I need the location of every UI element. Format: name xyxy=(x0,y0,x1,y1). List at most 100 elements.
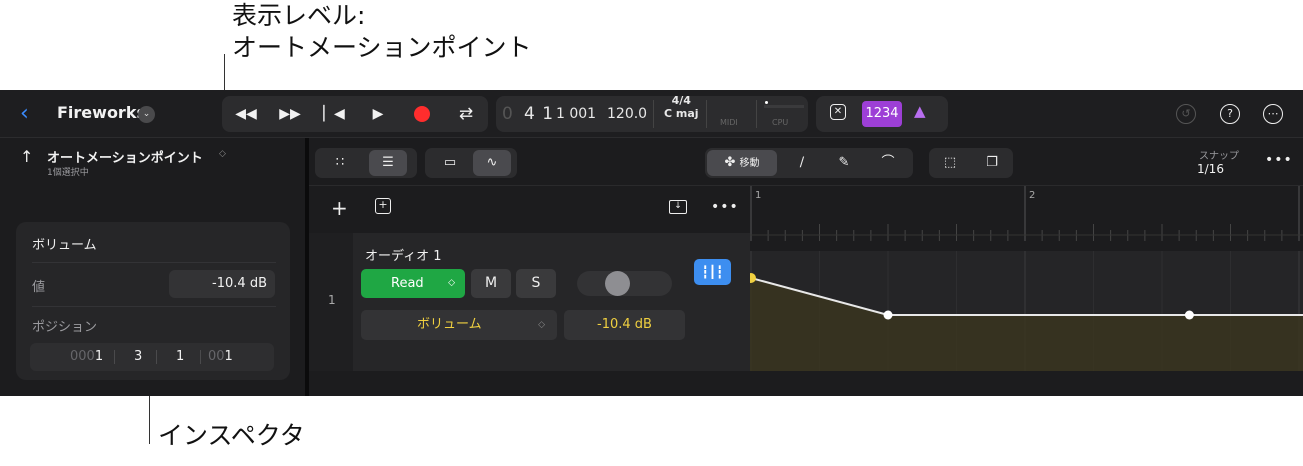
project-title[interactable]: Fireworks xyxy=(57,103,146,122)
chevron-updown-icon: ◇ xyxy=(538,320,545,330)
toolbar-more-icon[interactable]: ••• xyxy=(1265,152,1293,168)
grid-view-icon[interactable]: ∷ xyxy=(321,148,359,178)
automation-point[interactable] xyxy=(1184,310,1194,320)
cpu-meter xyxy=(764,105,804,108)
position-segment-bar[interactable]: 0001 xyxy=(70,349,103,364)
pencil-icon[interactable]: ∕ xyxy=(783,148,821,178)
play-button[interactable]: ▶ xyxy=(358,96,398,132)
timeline-empty-area xyxy=(750,371,1303,396)
app-window: ‹ Fireworks ⌄ ◀◀ ▶▶ ▏◀ ▶ ⇄ 0 4 1 1 001 1… xyxy=(0,90,1303,396)
back-chevron-icon[interactable]: ‹ xyxy=(20,102,40,126)
lcd-signature: 4/4 C maj xyxy=(664,94,699,120)
value-field[interactable]: -10.4 dB xyxy=(169,270,275,298)
automation-parameter-value[interactable]: -10.4 dB xyxy=(564,310,685,340)
help-icon[interactable]: ? xyxy=(1220,104,1240,124)
inspector-title[interactable]: オートメーションポイント xyxy=(47,147,203,166)
callout-display-level-line1: 表示レベル: xyxy=(232,1,366,30)
display-toggle-group: ▭ ∿ xyxy=(425,148,517,178)
metronome-icon[interactable]: ▲ xyxy=(914,102,926,120)
callout-inspector: インスペクタ xyxy=(158,421,305,450)
more-icon[interactable]: ⋯ xyxy=(1263,104,1283,124)
rewind-button[interactable]: ◀◀ xyxy=(226,96,266,132)
move-tool-label: 移動 xyxy=(739,158,760,169)
position-segment-division[interactable]: 1 xyxy=(176,349,184,364)
lcd-position-ticks: 1 001 xyxy=(556,106,597,122)
panel-divider xyxy=(32,262,276,263)
go-to-beginning-button[interactable]: ▏◀ xyxy=(314,96,354,132)
automation-view-icon[interactable]: ∿ xyxy=(473,150,511,176)
lcd-separator xyxy=(653,100,654,128)
solo-button[interactable]: S xyxy=(516,269,556,298)
lcd-tempo: 120.0 xyxy=(607,106,648,122)
move-tool-button[interactable]: ✤ 移動 xyxy=(707,150,777,176)
tracks-view-icon[interactable]: ☰ xyxy=(369,150,407,176)
automation-curve[interactable] xyxy=(750,251,1303,371)
track-more-icon[interactable]: ••• xyxy=(711,199,739,215)
chevron-updown-icon[interactable]: ◇ xyxy=(219,149,226,159)
transport-controls: ◀◀ ▶▶ ▏◀ ▶ ⇄ xyxy=(222,96,488,132)
lcd-separator xyxy=(756,100,757,128)
chevron-down-icon[interactable]: ⌄ xyxy=(138,106,155,123)
panel-section-title: ボリューム xyxy=(32,238,97,253)
callout-display-level-line2: オートメーションポイント xyxy=(232,33,532,62)
position-separator xyxy=(156,350,157,364)
cycle-button[interactable]: ⇄ xyxy=(446,96,486,132)
undo-icon[interactable]: ↺ xyxy=(1176,104,1196,124)
automation-mode-button[interactable]: Read ◇ xyxy=(361,269,465,298)
lcd-display[interactable]: 0 4 1 1 001 120.0 MIDI CPU xyxy=(496,96,808,132)
inspector: ↑ オートメーションポイント ◇ 1個選択中 ボリューム 値 -10.4 dB … xyxy=(0,138,305,396)
position-field[interactable]: 0001 3 1 001 xyxy=(30,343,274,371)
chevron-updown-icon: ◇ xyxy=(448,278,455,288)
add-track-icon[interactable]: + xyxy=(331,196,348,220)
ruler[interactable] xyxy=(750,186,1303,241)
automation-point[interactable] xyxy=(883,310,893,320)
edit-tools-group: ✤ 移動 ∕ ✎ ⌒ xyxy=(705,148,913,178)
import-icon[interactable]: ↓ xyxy=(669,200,687,214)
lcd-time-signature: 4/4 xyxy=(671,94,691,107)
tracks-toolbar: ∷ ☰ ▭ ∿ ✤ 移動 ∕ ✎ ⌒ ⬚ ❐ スナップ 1/16 ••• xyxy=(309,138,1303,186)
ruler-bar-2: 2 xyxy=(1029,190,1036,201)
curve-icon[interactable]: ⌒ xyxy=(869,148,907,178)
value-label: 値 xyxy=(32,280,46,295)
snap-value[interactable]: 1/16 xyxy=(1197,162,1224,176)
control-bar: ‹ Fireworks ⌄ ◀◀ ▶▶ ▏◀ ▶ ⇄ 0 4 1 1 001 1… xyxy=(0,90,1303,138)
view-toggle-group: ∷ ☰ xyxy=(315,148,417,178)
volume-slider-knob[interactable] xyxy=(605,271,630,296)
position-segment-beat[interactable]: 3 xyxy=(134,349,142,364)
ruler-bar-1: 1 xyxy=(755,190,762,201)
close-square-icon[interactable]: ✕ xyxy=(830,104,846,120)
position-separator xyxy=(200,350,201,364)
select-icon[interactable]: ⬚ xyxy=(931,148,969,178)
record-button[interactable] xyxy=(402,96,442,132)
record-icon xyxy=(414,106,430,122)
automation-parameter-select[interactable]: ボリューム ◇ xyxy=(361,310,557,340)
position-segment-tick[interactable]: 001 xyxy=(208,349,233,364)
lcd-cpu-label: CPU xyxy=(772,118,789,127)
up-arrow-icon[interactable]: ↑ xyxy=(20,147,33,166)
track-name[interactable]: オーディオ 1 xyxy=(365,245,442,264)
panel-divider xyxy=(32,306,276,307)
copy-icon[interactable]: ❐ xyxy=(973,148,1011,178)
lcd-midi-label: MIDI xyxy=(720,118,738,127)
callout-leader-bottom xyxy=(149,396,150,444)
timeline[interactable]: 1 2 xyxy=(750,186,1303,396)
region-view-icon[interactable]: ▭ xyxy=(431,148,469,178)
fast-forward-button[interactable]: ▶▶ xyxy=(270,96,310,132)
brush-icon[interactable]: ✎ xyxy=(825,148,863,178)
lcd-key: C maj xyxy=(664,107,699,120)
automation-parameter-label: ボリューム xyxy=(417,317,482,332)
move-icon: ✤ xyxy=(724,155,736,170)
waveform-icon[interactable]: ┇┃┇ xyxy=(694,259,731,285)
track-header-row[interactable]: 1 オーディオ 1 Read ◇ M S ┇┃┇ ボリューム ◇ -10.4 dB xyxy=(309,233,750,371)
automation-lane[interactable] xyxy=(750,251,1303,371)
automation-fill xyxy=(750,278,1303,371)
lcd-ghost-digits: 0 xyxy=(502,104,513,124)
track-headers: + + ↓ ••• 1 オーディオ 1 Read ◇ M S ┇┃┇ ボリューム ◇… xyxy=(309,186,750,396)
duplicate-track-icon[interactable]: + xyxy=(375,198,391,214)
mute-button[interactable]: M xyxy=(471,269,511,298)
snap-label: スナップ xyxy=(1199,151,1239,162)
clipboard-group: ⬚ ❐ xyxy=(929,148,1013,178)
volume-panel: ボリューム 値 -10.4 dB ポジション 0001 3 1 001 xyxy=(16,222,290,380)
inspector-header: ↑ オートメーションポイント ◇ 1個選択中 xyxy=(0,138,305,182)
count-in-button[interactable]: 1234 xyxy=(862,101,902,127)
